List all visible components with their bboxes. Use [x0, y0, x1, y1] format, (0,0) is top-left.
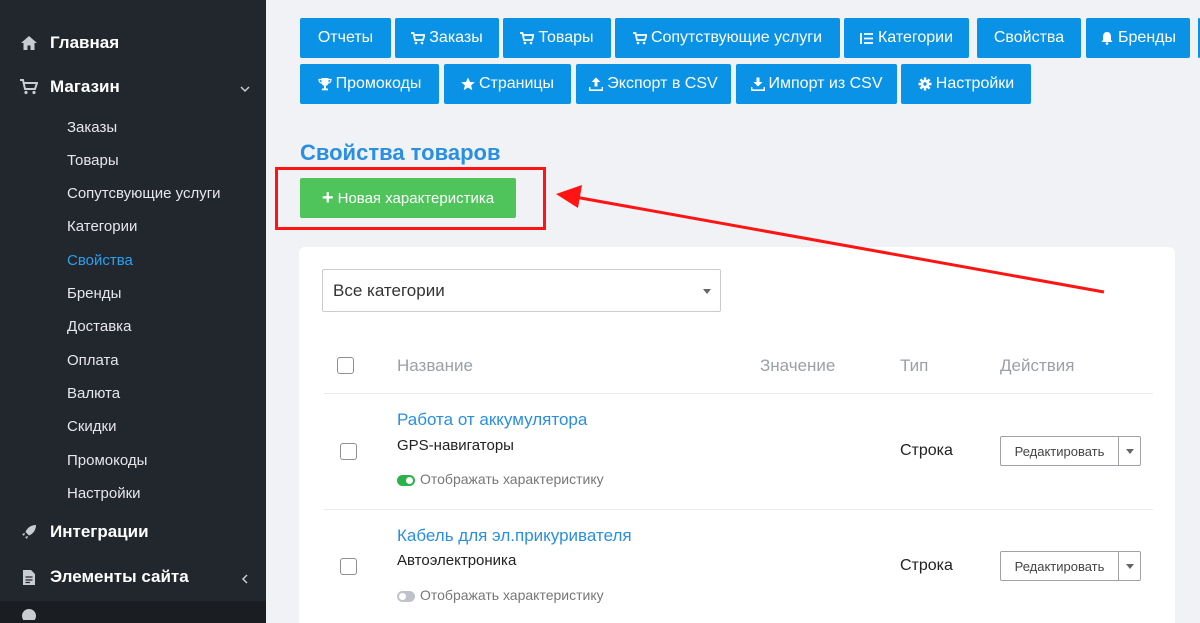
table-divider: [324, 393, 1153, 394]
chevron-down-icon: [240, 79, 250, 99]
sidebar-item-payment[interactable]: Оплата: [67, 351, 119, 371]
star-icon: [461, 77, 475, 91]
toolbar-brands-button[interactable]: Бренды: [1086, 18, 1190, 58]
download-icon: [750, 77, 765, 91]
rocket-icon: [20, 523, 38, 541]
visibility-toggle-label: Отображать характеристику: [420, 587, 604, 603]
caret-down-icon: [703, 289, 711, 294]
toolbar-settings-button[interactable]: Настройки: [901, 64, 1031, 104]
column-header-name[interactable]: Название: [397, 356, 473, 376]
sidebar-item-discounts[interactable]: Скидки: [67, 417, 116, 437]
toolbar-import-csv-button[interactable]: Импорт из CSV: [736, 64, 897, 104]
cart-icon: [411, 31, 426, 45]
trophy-icon: [318, 77, 332, 91]
row-checkbox[interactable]: [340, 558, 357, 575]
table-divider: [324, 509, 1153, 510]
column-header-actions: Действия: [1000, 356, 1075, 375]
visibility-toggle[interactable]: [397, 475, 415, 486]
toolbar-export-csv-button[interactable]: Экспорт в CSV: [576, 64, 731, 104]
annotation-highlight-box: [275, 167, 546, 230]
chevron-left-icon: [240, 569, 250, 589]
column-header-value[interactable]: Значение: [760, 356, 835, 376]
list-icon: [860, 31, 874, 45]
edit-button[interactable]: Редактировать: [1001, 552, 1119, 580]
category-filter-select[interactable]: Все категории: [322, 269, 721, 312]
sidebar-item-brands[interactable]: Бренды: [67, 284, 121, 304]
nav-item-home[interactable]: Главная: [0, 23, 266, 63]
toolbar-services-button[interactable]: Сопутствующие услуги: [615, 18, 840, 58]
file-icon: [20, 568, 38, 586]
edit-dropdown-toggle[interactable]: [1119, 552, 1140, 580]
property-category: GPS-навигаторы: [397, 437, 514, 454]
toolbar-reports-button[interactable]: Отчеты: [300, 18, 391, 58]
sidebar-item-promocodes[interactable]: Промокоды: [67, 451, 147, 471]
sidebar-item-orders[interactable]: Заказы: [67, 118, 117, 138]
info-icon: [20, 603, 38, 621]
toolbar-orders-button[interactable]: Заказы: [395, 18, 499, 58]
gear-icon: [918, 77, 932, 91]
bell-icon: [1100, 31, 1114, 45]
cart-icon: [520, 31, 535, 45]
nav-item-partial[interactable]: [0, 601, 266, 623]
row-checkbox[interactable]: [340, 443, 357, 460]
property-category: Автоэлектроника: [397, 552, 517, 569]
sidebar-item-delivery[interactable]: Доставка: [67, 317, 131, 337]
column-header-type[interactable]: Тип: [900, 356, 928, 376]
page-title: Свойства товаров: [300, 140, 501, 165]
sidebar-item-services[interactable]: Сопутсвующие услуги: [67, 184, 221, 204]
sidebar-item-currency[interactable]: Валюта: [67, 384, 120, 404]
property-name-link[interactable]: Работа от аккумулятора: [397, 410, 587, 430]
nav-item-integrations[interactable]: Интеграции: [0, 512, 266, 552]
toolbar-promocodes-button[interactable]: Промокоды: [300, 64, 439, 104]
edit-split-button: Редактировать: [1000, 436, 1141, 466]
sidebar-item-settings[interactable]: Настройки: [67, 484, 141, 504]
sidebar-item-properties[interactable]: Свойства: [67, 251, 133, 271]
edit-dropdown-toggle[interactable]: [1119, 437, 1140, 465]
property-name-link[interactable]: Кабель для эл.прикуривателя: [397, 526, 632, 546]
edit-split-button: Редактировать: [1000, 551, 1141, 581]
property-type: Строка: [900, 442, 953, 459]
toolbar-categories-button[interactable]: Категории: [844, 18, 969, 58]
toolbar-products-button[interactable]: Товары: [503, 18, 611, 58]
sidebar-item-categories[interactable]: Категории: [67, 217, 137, 237]
nav-item-shop[interactable]: Магазин: [0, 67, 266, 107]
cart-icon: [20, 78, 38, 96]
select-all-checkbox[interactable]: [337, 357, 354, 374]
sidebar: Главная Магазин Заказы Товары Сопутсвующ…: [0, 0, 266, 623]
upload-icon: [589, 77, 604, 91]
visibility-toggle-label: Отображать характеристику: [420, 471, 604, 487]
sidebar-item-products[interactable]: Товары: [67, 151, 119, 171]
home-icon: [20, 34, 38, 52]
property-type: Строка: [900, 557, 953, 574]
edit-button[interactable]: Редактировать: [1001, 437, 1119, 465]
toolbar-pages-button[interactable]: Страницы: [444, 64, 571, 104]
nav-item-site-elements[interactable]: Элементы сайта: [0, 557, 266, 597]
toolbar-properties-button[interactable]: Свойства: [977, 18, 1081, 58]
cart-plus-icon: [632, 31, 647, 45]
visibility-toggle[interactable]: [397, 591, 415, 602]
